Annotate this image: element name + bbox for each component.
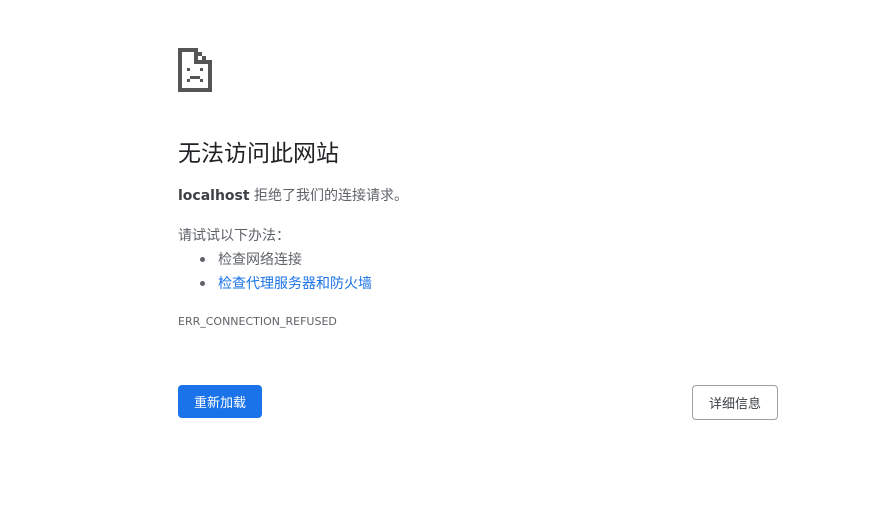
suggestion-label: 检查网络连接 (218, 252, 302, 268)
suggestions-list: 检查网络连接 检查代理服务器和防火墙 (178, 248, 372, 296)
error-message-text: 拒绝了我们的连接请求。 (249, 188, 409, 204)
suggestion-check-proxy: 检查代理服务器和防火墙 (178, 272, 372, 296)
page-title: 无法访问此网站 (178, 141, 339, 167)
sad-page-icon (178, 48, 212, 92)
bullet-icon (200, 257, 205, 262)
reload-button[interactable]: 重新加载 (178, 385, 262, 418)
suggestion-check-network: 检查网络连接 (178, 248, 372, 272)
error-message: localhost 拒绝了我们的连接请求。 (178, 185, 408, 207)
error-host: localhost (178, 188, 250, 204)
details-button[interactable]: 详细信息 (692, 385, 778, 420)
check-proxy-firewall-link[interactable]: 检查代理服务器和防火墙 (218, 276, 372, 292)
suggestions-heading: 请试试以下办法： (178, 228, 290, 244)
error-page: 无法访问此网站 localhost 拒绝了我们的连接请求。 请试试以下办法： 检… (0, 0, 875, 514)
bullet-icon (200, 281, 205, 286)
error-code: ERR_CONNECTION_REFUSED (178, 315, 337, 328)
